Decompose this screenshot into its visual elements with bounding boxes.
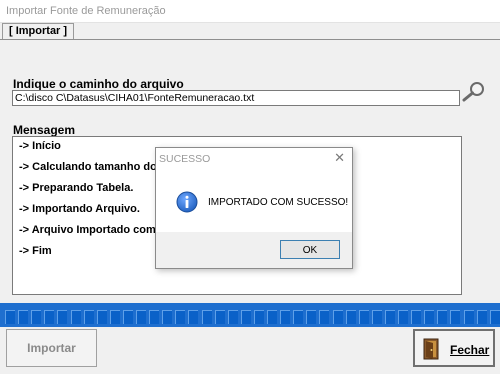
success-dialog: SUCESSO ✕ IMPORTADO COM SUCESSO! OK — [155, 147, 353, 269]
progress-segment — [253, 310, 264, 324]
log-line: -> Início — [19, 140, 61, 152]
progress-segment — [267, 310, 277, 324]
progress-segment — [122, 310, 133, 324]
progress-segment — [240, 310, 251, 324]
progress-segment — [149, 310, 160, 324]
progress-segment — [136, 310, 146, 324]
door-exit-icon — [423, 338, 439, 360]
message-label: Mensagem — [13, 123, 76, 137]
import-button[interactable]: Importar — [6, 329, 97, 367]
path-label: Indique o caminho do arquivo — [13, 77, 184, 91]
progress-segment — [227, 310, 238, 324]
progress-segment — [96, 310, 107, 324]
progress-segment — [384, 310, 395, 324]
progress-segment — [463, 310, 474, 324]
progress-segment — [411, 310, 422, 324]
progress-segment — [450, 310, 461, 324]
window-title: Importar Fonte de Remuneração — [6, 5, 166, 17]
progress-segment — [175, 310, 186, 324]
progress-segment — [293, 310, 304, 324]
log-line: -> Preparando Tabela. — [19, 182, 134, 194]
close-button-label: Fechar — [450, 343, 490, 357]
log-line: -> Fim — [19, 245, 52, 257]
file-path-field[interactable]: C:\disco C\Datasus\CIHA01\FonteRemunerac… — [12, 90, 460, 106]
progress-segment — [70, 310, 81, 324]
progress-segment — [5, 310, 15, 324]
progress-bar — [0, 303, 500, 327]
progress-segment — [280, 310, 291, 324]
progress-segment — [306, 310, 317, 324]
progress-segment — [44, 310, 55, 324]
progress-segment — [332, 310, 343, 324]
progress-segment — [18, 310, 29, 324]
progress-segment — [319, 310, 330, 324]
log-line: -> Importando Arquivo. — [19, 203, 140, 215]
tab-bar: [ Importar ] — [0, 22, 500, 40]
progress-segment — [57, 310, 68, 324]
progress-segment — [162, 310, 173, 324]
progress-segment — [214, 310, 225, 324]
info-icon — [176, 191, 198, 213]
close-button[interactable]: Fechar — [413, 329, 495, 367]
magnifier-icon[interactable] — [461, 80, 487, 102]
progress-segment — [437, 310, 448, 324]
title-bar: Importar Fonte de Remuneração — [0, 0, 500, 23]
dialog-message: IMPORTADO COM SUCESSO! — [208, 197, 349, 208]
progress-segment — [345, 310, 356, 324]
progress-segment — [424, 310, 435, 324]
dialog-title: SUCESSO — [159, 153, 211, 165]
log-line: -> Calculando tamanho do — [19, 161, 157, 173]
progress-segment — [371, 310, 382, 324]
progress-segment — [476, 310, 487, 324]
progress-segment — [31, 310, 42, 324]
log-line: -> Arquivo Importado com — [19, 224, 156, 236]
tab-divider — [0, 39, 500, 40]
progress-segment — [188, 310, 199, 324]
progress-segment — [109, 310, 120, 324]
close-icon[interactable]: ✕ — [334, 150, 345, 166]
progress-segment — [201, 310, 212, 324]
ok-button[interactable]: OK — [280, 240, 340, 259]
progress-segment — [83, 310, 94, 324]
progress-segment — [398, 310, 408, 324]
tab-importar[interactable]: [ Importar ] — [2, 23, 75, 40]
progress-segment — [358, 310, 369, 324]
progress-segment — [489, 310, 500, 324]
